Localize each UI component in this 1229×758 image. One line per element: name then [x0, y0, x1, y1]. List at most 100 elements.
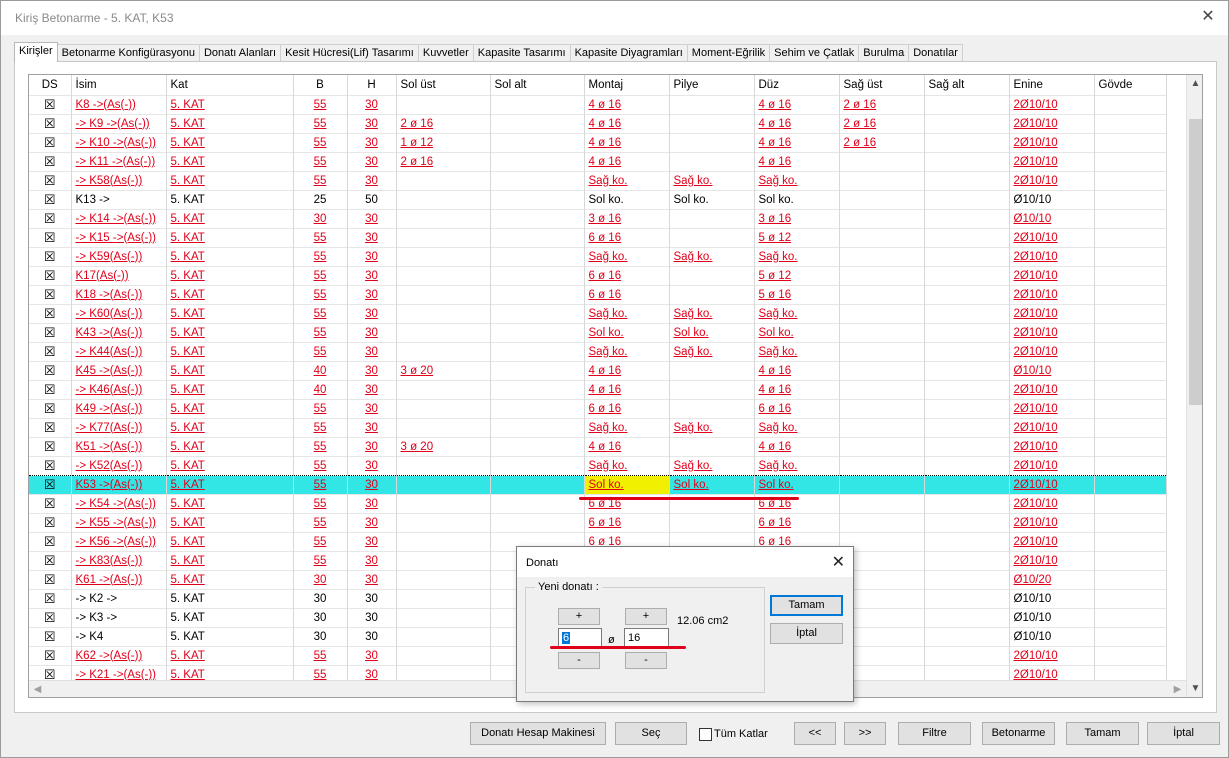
cell-h[interactable]: 30 [347, 265, 397, 285]
select-button[interactable]: Seç [615, 722, 687, 745]
cell-isim[interactable]: K62 ->(As(-)) [71, 645, 167, 665]
column-header-2[interactable]: Kat [166, 75, 294, 95]
cell-sagust[interactable] [839, 322, 925, 342]
cell-duz[interactable]: Sol ko. [754, 474, 840, 495]
cell-govde[interactable] [1094, 341, 1167, 361]
table-row[interactable]: ☒ -> K59(As(-)) 5. KAT 55 30 Sağ ko. Sağ ko. Sa… [29, 246, 1167, 266]
cell-isim[interactable]: -> K46(As(-)) [71, 379, 167, 399]
table-row[interactable]: ☒ K13 -> 5. KAT 25 50 Sol ko. Sol ko. Sol ko. Ø1… [29, 189, 1167, 209]
cell-solalt[interactable] [490, 132, 585, 152]
cell-kat[interactable]: 5. KAT [166, 531, 294, 551]
table-row[interactable]: ☒ -> K52(As(-)) 5. KAT 55 30 Sağ ko. Sağ ko. Sa… [29, 455, 1167, 475]
cell-sagust[interactable] [839, 303, 925, 323]
cell-sagalt[interactable] [924, 531, 1010, 551]
cell-pilye[interactable] [669, 265, 755, 285]
cell-b[interactable]: 40 [293, 360, 348, 380]
cell-solust[interactable] [396, 493, 491, 513]
cell-sagalt[interactable] [924, 436, 1010, 456]
cell-h[interactable]: 30 [347, 341, 397, 361]
cell-solalt[interactable] [490, 265, 585, 285]
cell-ds[interactable]: ☒ [29, 246, 72, 266]
cell-solalt[interactable] [490, 284, 585, 304]
cell-solust[interactable]: 2 ø 16 [396, 113, 491, 133]
cell-solalt[interactable] [490, 398, 585, 418]
cell-ds[interactable]: ☒ [29, 398, 72, 418]
cell-pilye[interactable]: Sağ ko. [669, 246, 755, 266]
cell-enine[interactable]: 2Ø10/10 [1009, 246, 1095, 266]
cell-kat[interactable]: 5. KAT [166, 474, 294, 495]
cell-duz[interactable]: Sağ ko. [754, 170, 840, 190]
cell-duz[interactable]: 5 ø 12 [754, 265, 840, 285]
cell-kat[interactable]: 5. KAT [166, 113, 294, 133]
table-row[interactable]: ☒ -> K60(As(-)) 5. KAT 55 30 Sağ ko. Sağ ko. Sa… [29, 303, 1167, 323]
table-row[interactable]: ☒ K8 ->(As(-)) 5. KAT 55 30 4 ø 16 4 ø 16 2 ø 1… [29, 94, 1167, 114]
cell-govde[interactable] [1094, 379, 1167, 399]
scroll-down-icon[interactable]: ▼ [1187, 680, 1202, 697]
cell-montaj[interactable]: 4 ø 16 [584, 379, 670, 399]
cell-h[interactable]: 30 [347, 303, 397, 323]
table-row[interactable]: ☒ -> K15 ->(As(-)) 5. KAT 55 30 6 ø 16 5 ø 12 2… [29, 227, 1167, 247]
scroll-up-icon[interactable]: ▲ [1187, 75, 1202, 92]
table-row[interactable]: ☒ -> K77(As(-)) 5. KAT 55 30 Sağ ko. Sağ ko. Sa… [29, 417, 1167, 437]
cell-b[interactable]: 55 [293, 246, 348, 266]
cell-sagust[interactable]: 2 ø 16 [839, 132, 925, 152]
cell-pilye[interactable] [669, 284, 755, 304]
cell-enine[interactable]: 2Ø10/10 [1009, 493, 1095, 513]
cell-duz[interactable]: 5 ø 16 [754, 284, 840, 304]
cell-solalt[interactable] [490, 436, 585, 456]
cell-kat[interactable]: 5. KAT [166, 398, 294, 418]
cell-enine[interactable]: 2Ø10/10 [1009, 550, 1095, 570]
cell-montaj[interactable]: Sağ ko. [584, 417, 670, 437]
cell-govde[interactable] [1094, 607, 1167, 627]
cell-govde[interactable] [1094, 493, 1167, 513]
cell-ds[interactable]: ☒ [29, 208, 72, 228]
cell-solalt[interactable] [490, 455, 585, 475]
tab-0[interactable]: Kirişler [14, 42, 58, 62]
cell-sagust[interactable] [839, 265, 925, 285]
cell-sagust[interactable] [839, 379, 925, 399]
cell-sagust[interactable] [839, 512, 925, 532]
cell-solalt[interactable] [490, 227, 585, 247]
cell-enine[interactable]: 2Ø10/10 [1009, 512, 1095, 532]
cell-solust[interactable] [396, 284, 491, 304]
cell-duz[interactable]: 4 ø 16 [754, 436, 840, 456]
cell-govde[interactable] [1094, 94, 1167, 114]
cell-govde[interactable] [1094, 360, 1167, 380]
cell-isim[interactable]: K51 ->(As(-)) [71, 436, 167, 456]
cell-sagalt[interactable] [924, 284, 1010, 304]
count-plus-button[interactable]: + [558, 608, 600, 625]
cell-enine[interactable]: 2Ø10/10 [1009, 474, 1095, 495]
cell-duz[interactable]: Sağ ko. [754, 246, 840, 266]
column-header-7[interactable]: Montaj [584, 75, 670, 95]
cell-sagust[interactable] [839, 284, 925, 304]
table-row[interactable]: ☒ K18 ->(As(-)) 5. KAT 55 30 6 ø 16 5 ø 16 2Ø10… [29, 284, 1167, 304]
cell-govde[interactable] [1094, 512, 1167, 532]
cell-sagalt[interactable] [924, 132, 1010, 152]
cell-govde[interactable] [1094, 113, 1167, 133]
cell-duz[interactable]: 4 ø 16 [754, 132, 840, 152]
table-row[interactable]: ☒ K51 ->(As(-)) 5. KAT 55 30 3 ø 20 4 ø 16 4 ø … [29, 436, 1167, 456]
diameter-plus-button[interactable]: + [625, 608, 667, 625]
all-floors-checkbox[interactable] [699, 728, 712, 741]
cell-b[interactable]: 30 [293, 607, 348, 627]
cell-solust[interactable] [396, 208, 491, 228]
cell-govde[interactable] [1094, 569, 1167, 589]
cell-b[interactable]: 55 [293, 474, 348, 495]
cell-kat[interactable]: 5. KAT [166, 455, 294, 475]
cell-pilye[interactable]: Sol ko. [669, 322, 755, 342]
cell-sagalt[interactable] [924, 113, 1010, 133]
cell-b[interactable]: 55 [293, 151, 348, 171]
cancel-button[interactable]: İptal [1147, 722, 1220, 745]
cell-h[interactable]: 30 [347, 417, 397, 437]
cell-b[interactable]: 55 [293, 132, 348, 152]
dialog-cancel-button[interactable]: İptal [770, 623, 843, 644]
cell-solalt[interactable] [490, 379, 585, 399]
cell-duz[interactable]: 5 ø 12 [754, 227, 840, 247]
cell-solust[interactable]: 3 ø 20 [396, 436, 491, 456]
cell-sagalt[interactable] [924, 417, 1010, 437]
cell-sagust[interactable]: 2 ø 16 [839, 94, 925, 114]
cell-pilye[interactable]: Sağ ko. [669, 417, 755, 437]
cell-govde[interactable] [1094, 455, 1167, 475]
cell-govde[interactable] [1094, 550, 1167, 570]
cell-ds[interactable]: ☒ [29, 455, 72, 475]
